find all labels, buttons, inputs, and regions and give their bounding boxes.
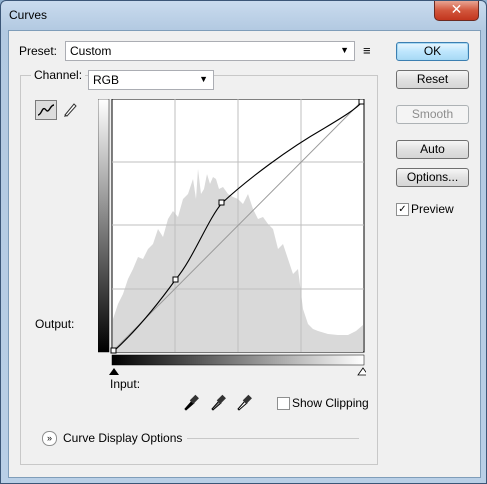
chevron-down-icon: ▼ — [199, 74, 208, 84]
reset-button[interactable]: Reset — [396, 70, 469, 89]
window-title: Curves — [9, 8, 48, 22]
white-point-eyedropper-icon[interactable] — [235, 393, 253, 411]
preview-checkbox[interactable]: ✓ — [396, 203, 409, 216]
title-bar: Curves ✕ — [1, 1, 486, 29]
curve-display-options-label[interactable]: Curve Display Options — [63, 431, 182, 445]
curve-graph[interactable] — [98, 99, 366, 382]
curve-point-white[interactable] — [358, 99, 365, 105]
channel-label: Channel: — [31, 68, 86, 82]
channel-select[interactable]: RGB ▼ — [88, 70, 214, 90]
gray-point-eyedropper-icon[interactable] — [209, 393, 227, 411]
divider — [187, 438, 359, 439]
output-label: Output: — [35, 317, 75, 331]
curve-point-black[interactable] — [110, 347, 117, 354]
black-point-eyedropper-icon[interactable] — [182, 393, 200, 411]
options-button[interactable]: Options... — [396, 168, 469, 187]
black-point-slider[interactable] — [109, 368, 119, 375]
show-clipping-label: Show Clipping — [292, 396, 369, 410]
preset-label: Preset: — [19, 44, 58, 58]
preset-select[interactable]: Custom ▼ — [65, 41, 355, 61]
preset-value: Custom — [70, 44, 112, 58]
channel-value: RGB — [93, 73, 120, 87]
close-button[interactable]: ✕ — [434, 1, 479, 21]
chevron-down-icon: ▼ — [340, 45, 349, 55]
curve-point-1[interactable] — [172, 276, 179, 283]
preview-label: Preview — [411, 202, 454, 216]
output-gradient-bar — [98, 99, 110, 353]
dialog-body: Preset: Custom ▼ ≡ OK Reset Smooth Auto … — [8, 30, 481, 478]
pencil-icon[interactable] — [61, 100, 79, 118]
white-point-slider[interactable] — [357, 367, 366, 376]
curve-point-2[interactable] — [218, 199, 225, 206]
ok-button[interactable]: OK — [396, 42, 469, 61]
curve-tool-icon[interactable] — [35, 100, 57, 120]
expand-icon[interactable]: » — [42, 431, 57, 446]
preset-options-menu-icon[interactable]: ≡ — [363, 43, 371, 58]
smooth-button[interactable]: Smooth — [396, 105, 469, 124]
auto-button[interactable]: Auto — [396, 140, 469, 159]
input-gradient-bar — [111, 354, 365, 366]
show-clipping-checkbox[interactable] — [277, 397, 290, 410]
curves-dialog: Curves ✕ Preset: Custom ▼ ≡ OK Reset Smo… — [0, 0, 487, 484]
